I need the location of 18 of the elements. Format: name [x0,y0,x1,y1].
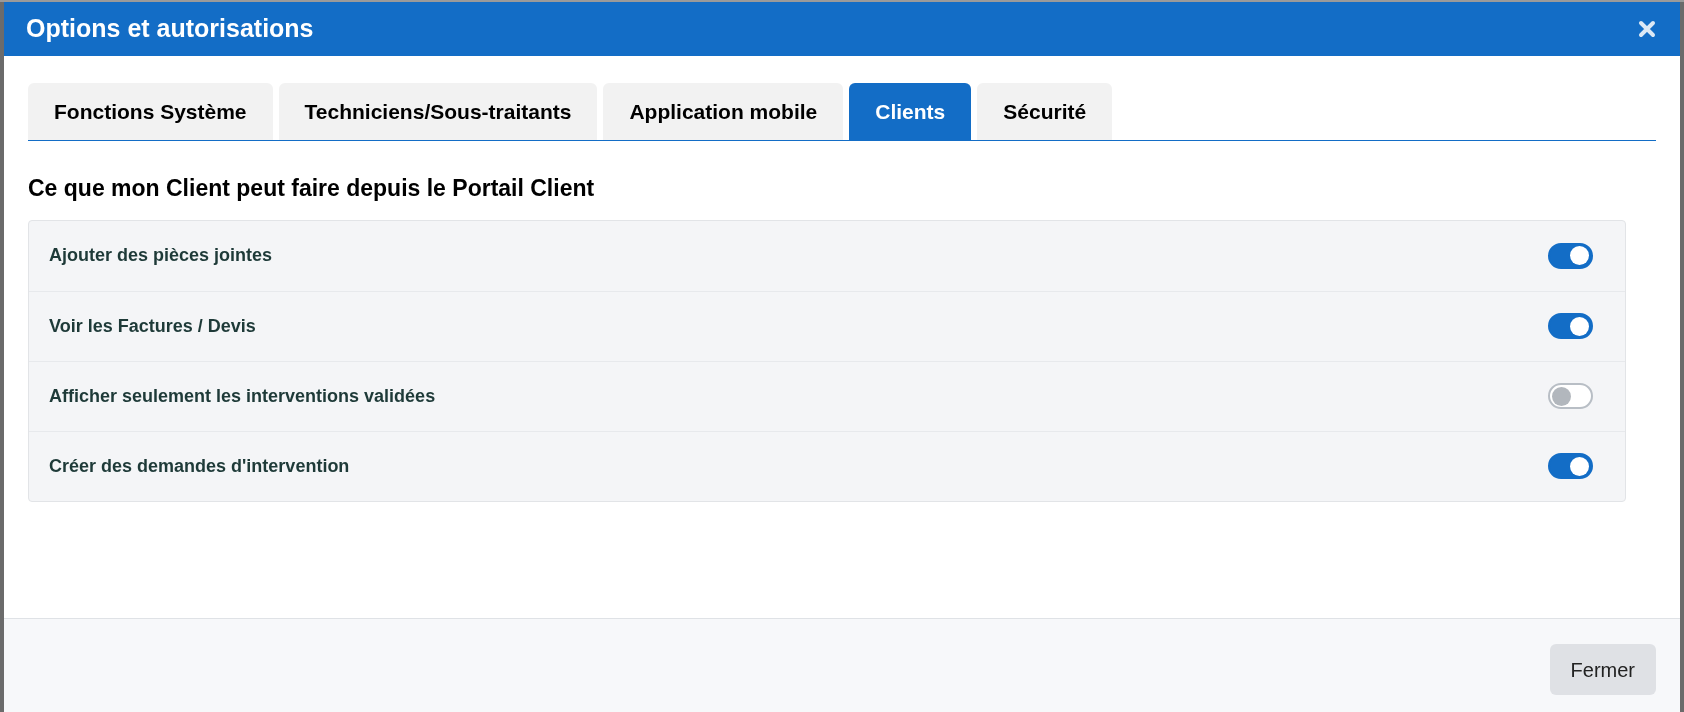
toggle-switch[interactable] [1548,453,1593,479]
tab[interactable]: Application mobile [603,83,844,140]
toggle-switch[interactable] [1548,313,1593,339]
toggle-switch[interactable] [1548,242,1593,269]
close-button[interactable] [1636,18,1658,40]
setting-label: Voir les Factures / Devis [49,314,256,338]
close-dialog-button[interactable]: Fermer [1549,644,1656,695]
tab[interactable]: Techniciens/Sous-traitants [278,83,598,140]
setting-label: Ajouter des pièces jointes [49,244,273,267]
setting-label: Afficher seulement les interventions validées [49,384,436,408]
close-icon [1638,20,1656,38]
tab[interactable]: Clients [849,83,972,140]
dialog-title: Options et autorisations [26,13,314,45]
tab[interactable]: Sécurité [977,83,1113,140]
toggle-switch[interactable] [1548,383,1593,409]
tab[interactable]: Fonctions Système [28,83,273,140]
section-heading: Ce que mon Client peut faire depuis le Portail Client [28,174,596,203]
setting-label: Créer des demandes d'intervention [49,454,350,478]
